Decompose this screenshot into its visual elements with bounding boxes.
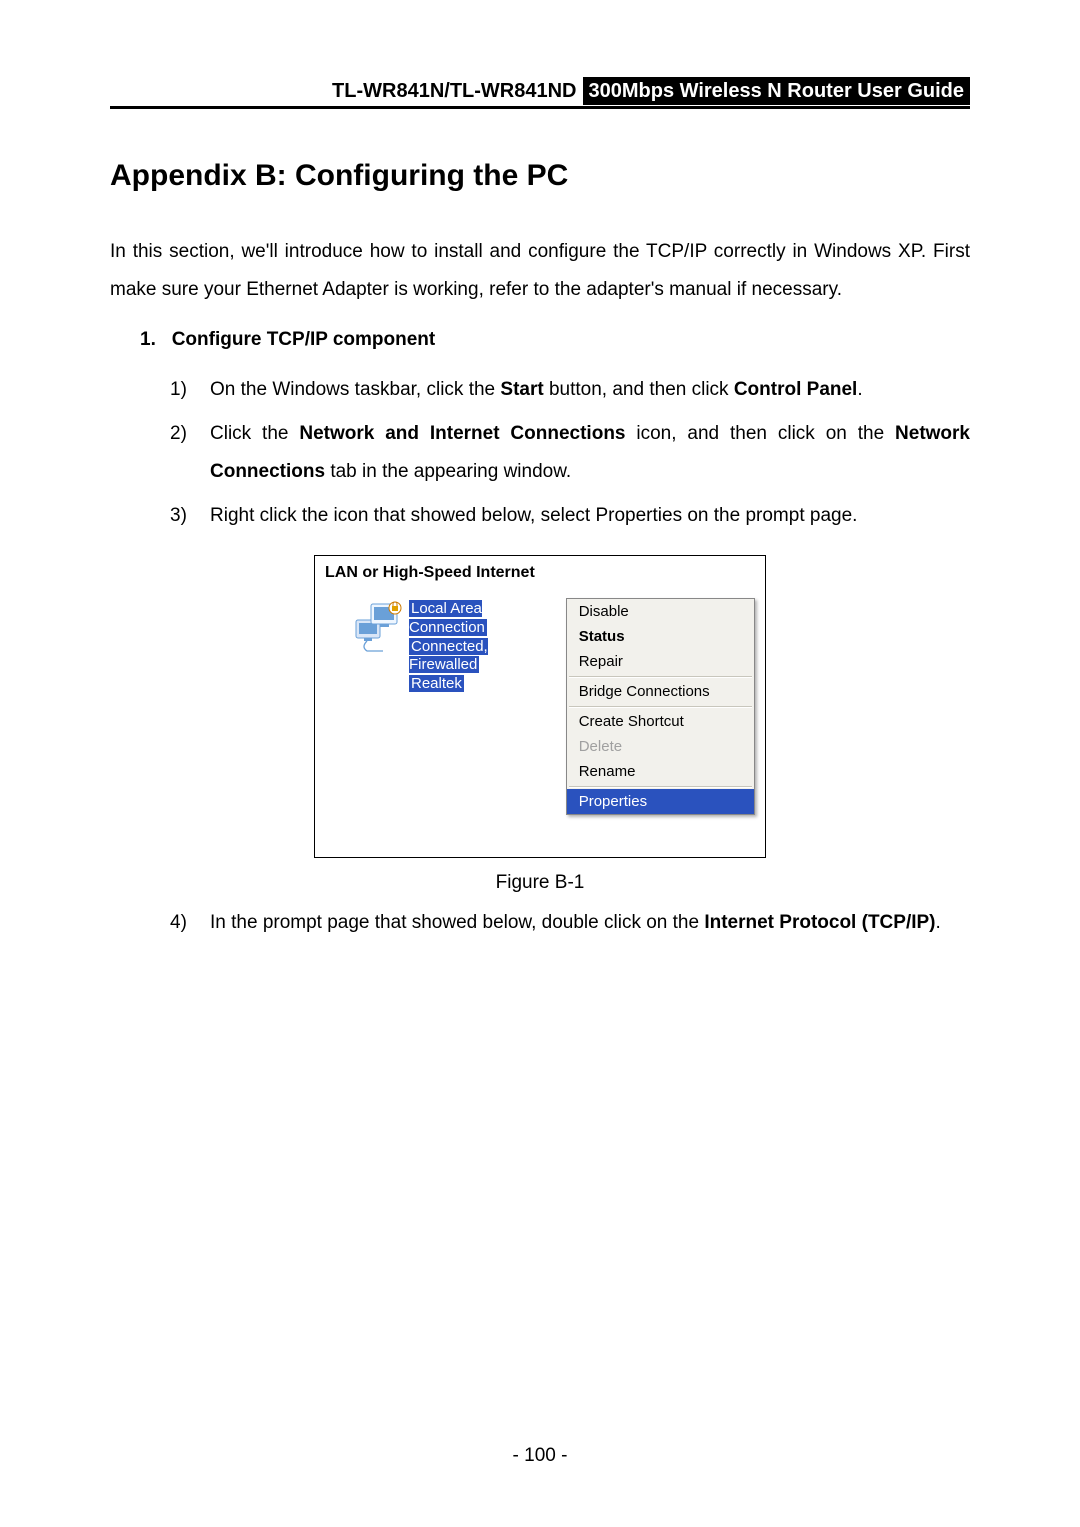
menu-separator [569, 706, 752, 707]
step-4-text: In the prompt page that showed below, do… [210, 912, 941, 933]
header-guide: 300Mbps Wireless N Router User Guide [583, 77, 971, 105]
xp-conn-name: Local Area Connection [409, 600, 487, 636]
menu-properties[interactable]: Properties [567, 789, 754, 814]
step-1-text: On the Windows taskbar, click the Start … [210, 379, 863, 400]
figure-b1: LAN or High-Speed Internet [110, 555, 970, 894]
menu-repair[interactable]: Repair [567, 649, 754, 674]
xp-conn-status: Connected, Firewalled [409, 638, 488, 674]
section-heading: 1. Configure TCP/IP component [110, 329, 970, 351]
figure-caption: Figure B-1 [110, 872, 970, 894]
step-2: 2) Click the Network and Internet Connec… [170, 415, 970, 491]
xp-conn-adapter: Realtek [409, 675, 464, 692]
header-bar: TL-WR841N/TL-WR841ND300Mbps Wireless N R… [110, 80, 970, 109]
menu-separator [569, 786, 752, 787]
appendix-title: Appendix B: Configuring the PC [110, 159, 970, 193]
step-1: 1) On the Windows taskbar, click the Sta… [170, 371, 970, 409]
section-title: Configure TCP/IP component [172, 329, 436, 350]
step-2-number: 2) [170, 415, 187, 453]
xp-panel-title: LAN or High-Speed Internet [325, 564, 755, 582]
step-4: 4) In the prompt page that showed below,… [170, 904, 970, 942]
xp-panel: LAN or High-Speed Internet [314, 555, 766, 858]
step-3-text: Right click the icon that showed below, … [210, 505, 857, 526]
menu-disable[interactable]: Disable [567, 599, 754, 624]
section-number: 1. [140, 329, 156, 350]
menu-separator [569, 676, 752, 677]
menu-status[interactable]: Status [567, 624, 754, 649]
step-3: 3) Right click the icon that showed belo… [170, 497, 970, 535]
intro-paragraph: In this section, we'll introduce how to … [110, 233, 970, 309]
network-connection-icon [353, 600, 403, 660]
step-2-text: Click the Network and Internet Connectio… [210, 423, 970, 482]
step-4-number: 4) [170, 904, 187, 942]
menu-rename[interactable]: Rename [567, 759, 754, 784]
xp-context-menu: Disable Status Repair Bridge Connections… [566, 598, 755, 815]
header-model: TL-WR841N/TL-WR841ND [332, 80, 582, 102]
xp-connection-labels: Local Area Connection Connected, Firewal… [409, 600, 562, 694]
step-1-number: 1) [170, 371, 187, 409]
step-3-number: 3) [170, 497, 187, 535]
menu-shortcut[interactable]: Create Shortcut [567, 709, 754, 734]
menu-delete: Delete [567, 734, 754, 759]
page-number: - 100 - [0, 1445, 1080, 1467]
menu-bridge[interactable]: Bridge Connections [567, 679, 754, 704]
